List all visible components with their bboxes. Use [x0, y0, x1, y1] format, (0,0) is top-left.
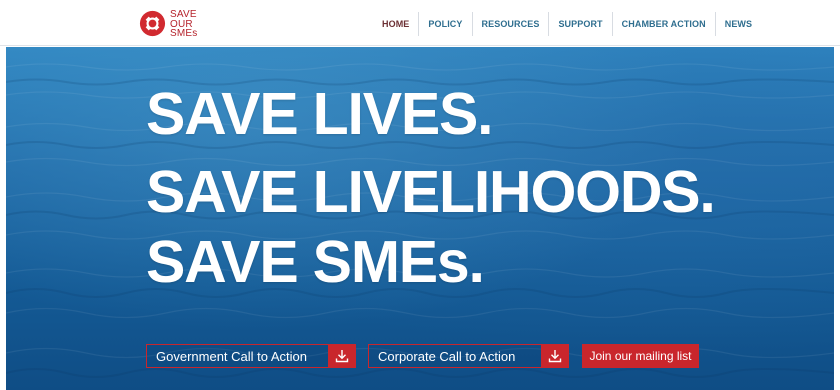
- site-header: SAVE OUR SMEs HOME POLICY RESOURCES SUPP…: [0, 0, 840, 46]
- hero-banner: SAVE LIVES. SAVE LIVELIHOODS. SAVE SMEs.…: [6, 47, 834, 390]
- logo-text: SAVE OUR SMEs: [170, 10, 197, 39]
- corporate-call-to-action-label: Corporate Call to Action: [378, 348, 516, 364]
- nav-chamber-action[interactable]: CHAMBER ACTION: [611, 12, 715, 36]
- join-mailing-list-label: Join our mailing list: [589, 349, 692, 363]
- nav-news[interactable]: NEWS: [714, 12, 761, 36]
- nav-policy[interactable]: POLICY: [418, 12, 471, 36]
- nav-resources[interactable]: RESOURCES: [471, 12, 549, 36]
- site-logo[interactable]: SAVE OUR SMEs: [138, 7, 208, 41]
- nav-home[interactable]: HOME: [373, 12, 418, 36]
- hero-headline-lives: SAVE LIVES.: [146, 81, 494, 147]
- nav-support[interactable]: SUPPORT: [548, 12, 611, 36]
- download-icon: [541, 344, 569, 368]
- logo-line-smes: SMEs: [170, 28, 198, 39]
- lifebuoy-icon: [139, 10, 166, 37]
- hero-headline-smes: SAVE SMEs.: [146, 229, 485, 295]
- main-nav: HOME POLICY RESOURCES SUPPORT CHAMBER AC…: [373, 12, 761, 36]
- join-mailing-list-button[interactable]: Join our mailing list: [582, 344, 699, 368]
- download-icon: [328, 344, 356, 368]
- government-call-to-action-label: Government Call to Action: [156, 348, 308, 364]
- hero-headline-livelihoods: SAVE LIVELIHOODS.: [146, 159, 716, 225]
- corporate-call-to-action-button[interactable]: Corporate Call to Action: [368, 344, 569, 368]
- government-call-to-action-button[interactable]: Government Call to Action: [146, 344, 356, 368]
